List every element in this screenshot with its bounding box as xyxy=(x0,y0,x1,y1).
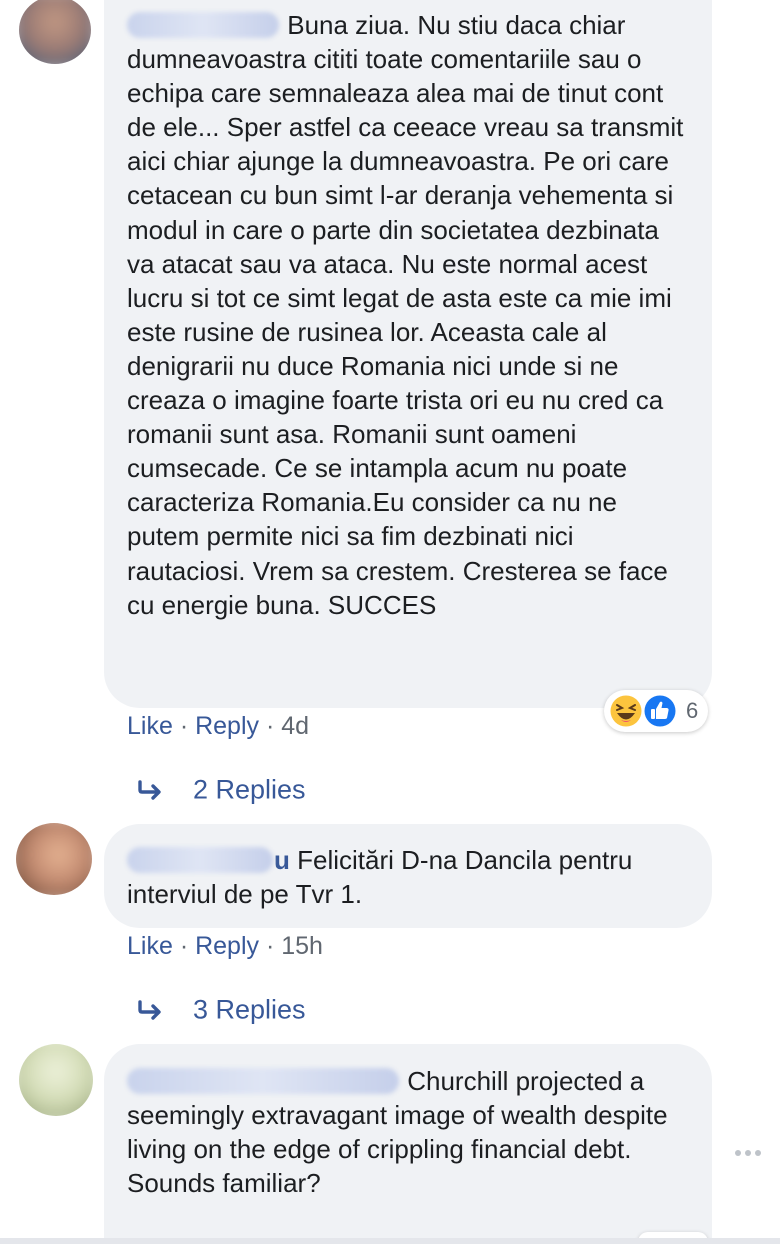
like-link[interactable]: Like xyxy=(127,712,173,740)
reactions-summary[interactable]: 6 xyxy=(604,690,708,732)
comments-feed: Buna ziua. Nu stiu daca chiar dumneavoas… xyxy=(0,0,780,1244)
comment-bubble: u Felicitări D-na Dancila pentru intervi… xyxy=(104,824,712,928)
reply-link[interactable]: Reply xyxy=(195,712,259,740)
like-icon xyxy=(643,694,677,728)
view-replies[interactable]: 3 Replies xyxy=(137,993,306,1025)
more-options-icon[interactable] xyxy=(733,1146,763,1160)
haha-icon xyxy=(609,694,643,728)
reaction-count: 6 xyxy=(686,698,699,723)
comment-timestamp[interactable]: 15h xyxy=(281,932,323,960)
commenter-avatar[interactable] xyxy=(19,1044,93,1116)
comment-text: Buna ziua. Nu stiu daca chiar dumneavoas… xyxy=(127,8,692,622)
commenter-name-tail[interactable]: u xyxy=(274,845,290,875)
replies-count-label[interactable]: 3 Replies xyxy=(193,994,306,1024)
reply-arrow-icon xyxy=(138,780,161,800)
comment-text: Churchill projected a seemingly extravag… xyxy=(127,1064,692,1200)
separator-dot: · xyxy=(259,711,282,740)
commenter-avatar[interactable] xyxy=(19,0,91,64)
commenter-name[interactable] xyxy=(127,1068,399,1094)
comment-actions: Like · Reply · 15h xyxy=(127,931,323,961)
comment-bubble: Churchill projected a seemingly extravag… xyxy=(104,1044,712,1244)
separator-dot: · xyxy=(172,931,196,960)
comment-body: Buna ziua. Nu stiu daca chiar dumneavoas… xyxy=(127,10,691,620)
bottom-divider xyxy=(0,1238,780,1244)
commenter-avatar[interactable] xyxy=(16,823,92,895)
comment-bubble: Buna ziua. Nu stiu daca chiar dumneavoas… xyxy=(104,0,712,708)
separator-dot: · xyxy=(259,931,282,960)
commenter-name[interactable] xyxy=(127,847,273,873)
reply-link[interactable]: Reply xyxy=(195,932,259,960)
commenter-name[interactable] xyxy=(127,12,279,38)
comment-actions: Like · Reply · 4d xyxy=(127,711,309,741)
replies-count-label[interactable]: 2 Replies xyxy=(193,774,306,804)
comment-text: u Felicitări D-na Dancila pentru intervi… xyxy=(127,843,692,911)
view-replies[interactable]: 2 Replies xyxy=(137,773,306,805)
separator-dot: · xyxy=(172,711,196,740)
reply-arrow-icon xyxy=(138,1000,161,1020)
like-link[interactable]: Like xyxy=(127,932,173,960)
comment-timestamp[interactable]: 4d xyxy=(281,712,309,740)
